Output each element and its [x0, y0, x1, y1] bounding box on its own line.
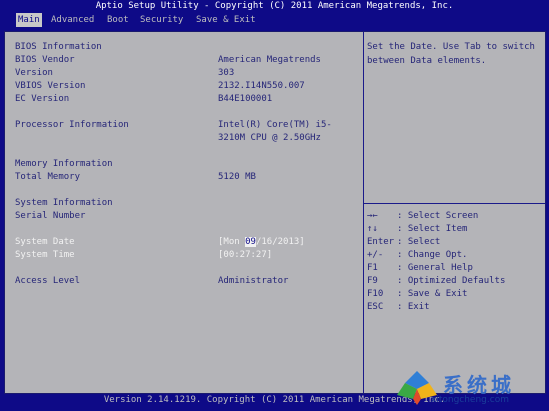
memory-info-heading: Memory Information	[15, 159, 113, 169]
vbios-label: VBIOS Version	[15, 81, 86, 91]
total-memory-label: Total Memory	[15, 172, 81, 182]
key-row-enter: Enter: Select	[367, 236, 440, 249]
key-row-optimized-defaults: F9 : Optimized Defaults	[367, 275, 505, 288]
key-row-general-help: F1 : General Help	[367, 262, 473, 275]
serial-number-label: Serial Number	[15, 211, 86, 221]
key-desc: : Exit	[397, 302, 430, 312]
key-desc: : Change Opt.	[397, 250, 468, 260]
processor-value-line2: 3210M CPU @ 2.50GHz	[218, 133, 321, 143]
key-desc: : General Help	[397, 263, 473, 273]
key-desc: : Select Screen	[397, 211, 479, 221]
arrows-up-down-icon: ↑↓	[367, 224, 378, 234]
tab-main[interactable]: Main	[16, 13, 42, 27]
access-level-label: Access Level	[15, 276, 81, 286]
help-text: Set the Date. Use Tab to switch between …	[367, 42, 535, 66]
bios-vendor-value: American Megatrends	[218, 55, 321, 65]
watermark: 系统城 xitongcheng.com	[395, 369, 545, 409]
system-date-label[interactable]: System Date	[15, 236, 75, 248]
tab-boot[interactable]: Boot	[107, 13, 129, 27]
total-memory-value: 5120 MB	[218, 172, 256, 182]
system-date-suffix: /16/2013]	[255, 237, 305, 247]
key-label: +/-	[367, 250, 384, 260]
key-label: F10	[367, 289, 384, 299]
key-label: F9	[367, 276, 378, 286]
help-divider	[364, 203, 545, 204]
key-desc: : Optimized Defaults	[397, 276, 506, 286]
key-desc: : Select Item	[397, 224, 468, 234]
system-date-cursor-field[interactable]: 09	[245, 237, 256, 247]
key-row-select-item: ↑↓ : Select Item	[367, 223, 467, 236]
window-title: Aptio Setup Utility - Copyright (C) 2011…	[95, 1, 454, 11]
main-panel: BIOS Information BIOS Vendor American Me…	[4, 31, 546, 394]
ec-version-value: B44E100001	[218, 94, 273, 104]
tab-save-exit[interactable]: Save & Exit	[196, 13, 256, 27]
tab-security[interactable]: Security	[140, 13, 183, 27]
ec-version-label: EC Version	[15, 94, 70, 104]
key-label: Enter	[367, 237, 395, 247]
access-level-value: Administrator	[218, 276, 289, 286]
version-value: 303	[218, 68, 235, 78]
system-time-label[interactable]: System Time	[15, 249, 75, 261]
key-label: ESC	[367, 302, 384, 312]
version-label: Version	[15, 68, 53, 78]
key-row-save-exit: F10 : Save & Exit	[367, 288, 467, 301]
key-desc: : Save & Exit	[397, 289, 468, 299]
key-row-select-screen: →← : Select Screen	[367, 210, 478, 223]
vbios-value: 2132.I14N550.007	[218, 81, 305, 91]
system-date-prefix: [Mon	[218, 237, 246, 247]
bios-info-heading: BIOS Information	[15, 42, 102, 52]
key-row-exit: ESC : Exit	[367, 301, 430, 314]
system-info-heading: System Information	[15, 198, 113, 208]
bios-vendor-label: BIOS Vendor	[15, 55, 75, 65]
system-date-value[interactable]: [Mon 09/16/2013]	[218, 236, 305, 248]
key-row-change-opt: +/- : Change Opt.	[367, 249, 467, 262]
key-desc: : Select	[397, 237, 441, 247]
processor-label: Processor Information	[15, 120, 129, 130]
panel-divider	[363, 32, 364, 393]
tab-advanced[interactable]: Advanced	[51, 13, 94, 27]
watermark-url: xitongcheng.com	[431, 395, 509, 405]
processor-value-line1: Intel(R) Core(TM) i5-	[218, 120, 332, 130]
system-time-value[interactable]: [00:27:27]	[218, 249, 272, 261]
key-label: F1	[367, 263, 378, 273]
menu-bar: Main Advanced Boot Security Save & Exit	[0, 13, 549, 27]
watermark-text: 系统城	[443, 373, 515, 397]
arrows-left-right-icon: →←	[367, 211, 378, 221]
